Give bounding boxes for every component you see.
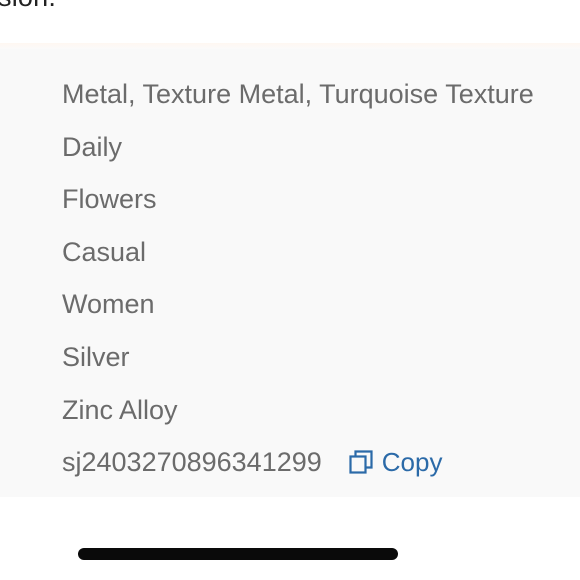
home-indicator[interactable] [78, 548, 398, 560]
attribute-style: Casual [62, 237, 147, 267]
copy-label: Copy [381, 446, 443, 477]
attribute-pattern: Flowers [62, 184, 157, 214]
product-details-screen: sion. Metal, Texture Metal, Turquoise Te… [0, 0, 580, 580]
attribute-color: Silver [62, 342, 130, 372]
copy-icon [348, 449, 374, 475]
attribute-gender: Women [62, 289, 155, 319]
copy-sku-button[interactable]: Copy [348, 446, 443, 478]
sku-row: sj2403270896341299 Copy [62, 444, 442, 480]
attribute-occasion: Daily [62, 132, 123, 162]
attribute-base-material: Zinc Alloy [62, 395, 178, 425]
sku-value: sj2403270896341299 [62, 446, 322, 477]
product-attributes-panel [0, 49, 580, 497]
attribute-material: Metal, Texture Metal, Turquoise Texture [62, 79, 534, 109]
truncated-description-text: sion. [0, 0, 56, 13]
